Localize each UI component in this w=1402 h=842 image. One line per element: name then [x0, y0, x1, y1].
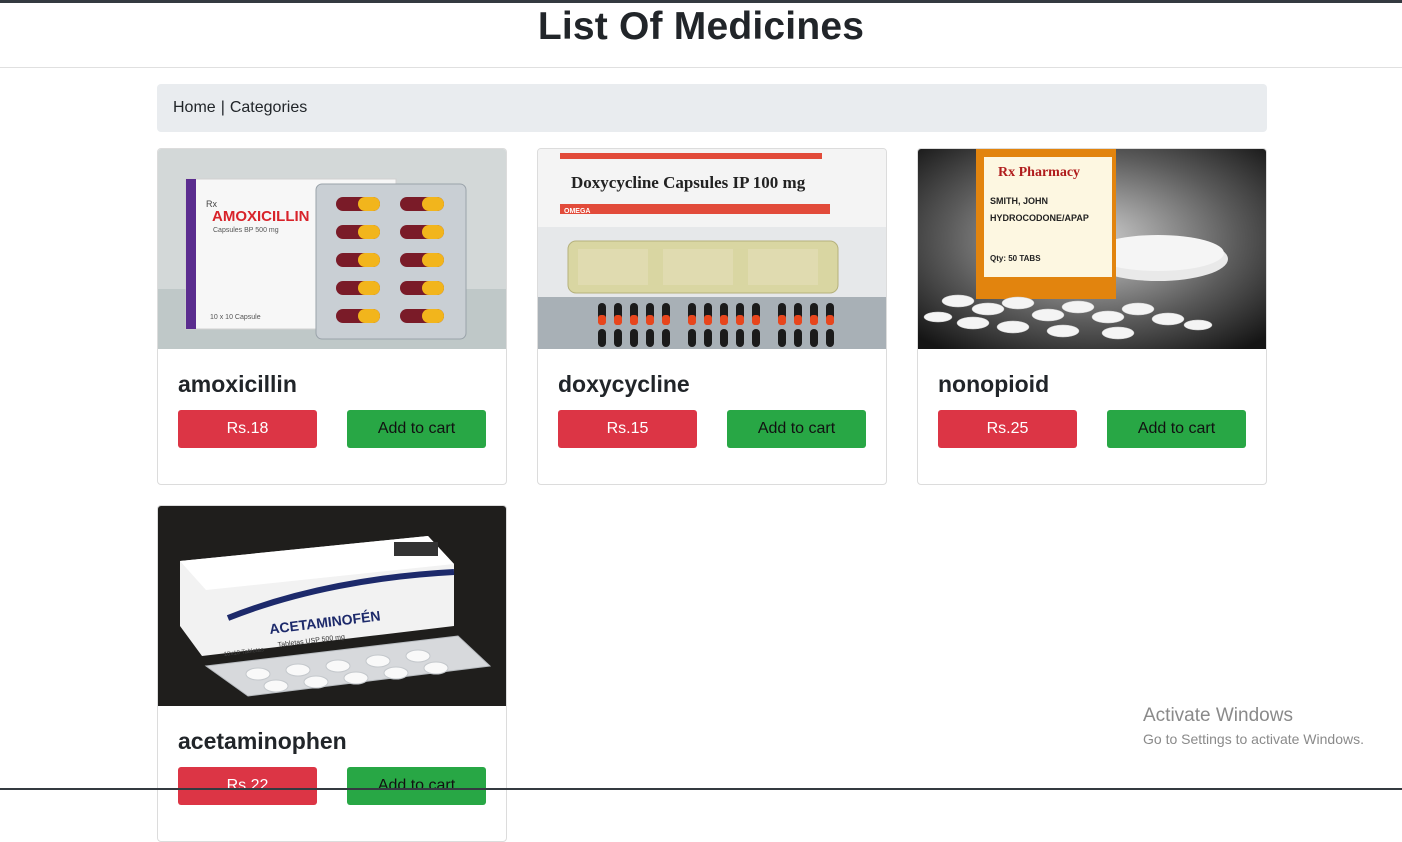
doxycycline-image: Doxycycline Capsules IP 100 mg OMEGA: [538, 149, 886, 349]
product-name: acetaminophen: [178, 728, 347, 754]
add-to-cart-button[interactable]: Add to cart: [347, 410, 486, 448]
amoxicillin-image: Rx AMOXICILLIN Capsules BP 500 mg 10 x 1…: [158, 149, 506, 349]
watermark-title: Activate Windows: [1143, 705, 1293, 726]
breadcrumb-categories-link[interactable]: Categories: [230, 99, 307, 117]
svg-text:Capsules BP 500 mg: Capsules BP 500 mg: [213, 227, 279, 234]
add-to-cart-button[interactable]: Add to cart: [347, 767, 486, 805]
add-to-cart-button[interactable]: Add to cart: [727, 410, 866, 448]
breadcrumb-separator: |: [220, 99, 225, 116]
product-name: amoxicillin: [178, 371, 297, 397]
price-button[interactable]: Rs.15: [558, 410, 697, 448]
product-card-acetaminophen: ACETAMINOFÉN Tabletas USP 500 mg 10x10 T…: [157, 505, 507, 842]
product-card-nonopioid: Rx Pharmacy SMITH, JOHN HYDROCODONE/APAP…: [917, 148, 1267, 485]
page-header: List Of Medicines: [0, 3, 1402, 68]
page-title: List Of Medicines: [537, 5, 865, 48]
svg-text:AMOXICILLIN: AMOXICILLIN: [212, 208, 310, 225]
product-name: nonopioid: [938, 371, 1050, 397]
add-to-cart-button[interactable]: Add to cart: [1107, 410, 1246, 448]
svg-text:Qty: 50 TABS: Qty: 50 TABS: [990, 254, 1041, 263]
svg-text:HYDROCODONE/APAP: HYDROCODONE/APAP: [990, 213, 1089, 223]
nonopioid-image: Rx Pharmacy SMITH, JOHN HYDROCODONE/APAP…: [918, 149, 1266, 349]
breadcrumb: Home | Categories: [157, 84, 1267, 132]
svg-text:OMEGA: OMEGA: [564, 208, 590, 215]
product-card-doxycycline: Doxycycline Capsules IP 100 mg OMEGA dox…: [537, 148, 887, 485]
product-name: doxycycline: [558, 371, 690, 397]
svg-text:10 x 10 Capsule: 10 x 10 Capsule: [210, 314, 261, 321]
svg-text:SMITH, JOHN: SMITH, JOHN: [990, 196, 1048, 206]
price-button[interactable]: Rs.22: [178, 767, 317, 805]
product-card-amoxicillin: Rx AMOXICILLIN Capsules BP 500 mg 10 x 1…: [157, 148, 507, 485]
watermark-subtitle: Go to Settings to activate Windows.: [1143, 731, 1364, 747]
windows-activation-watermark: Activate Windows Go to Settings to activ…: [1143, 705, 1364, 747]
svg-text:Doxycycline Capsules IP 100 mg: Doxycycline Capsules IP 100 mg: [571, 173, 806, 192]
price-button[interactable]: Rs.18: [178, 410, 317, 448]
price-button[interactable]: Rs.25: [938, 410, 1077, 448]
acetaminophen-image: ACETAMINOFÉN Tabletas USP 500 mg 10x10 T…: [158, 506, 506, 706]
breadcrumb-home-link[interactable]: Home: [173, 99, 216, 117]
svg-text:Rx Pharmacy: Rx Pharmacy: [998, 165, 1080, 180]
